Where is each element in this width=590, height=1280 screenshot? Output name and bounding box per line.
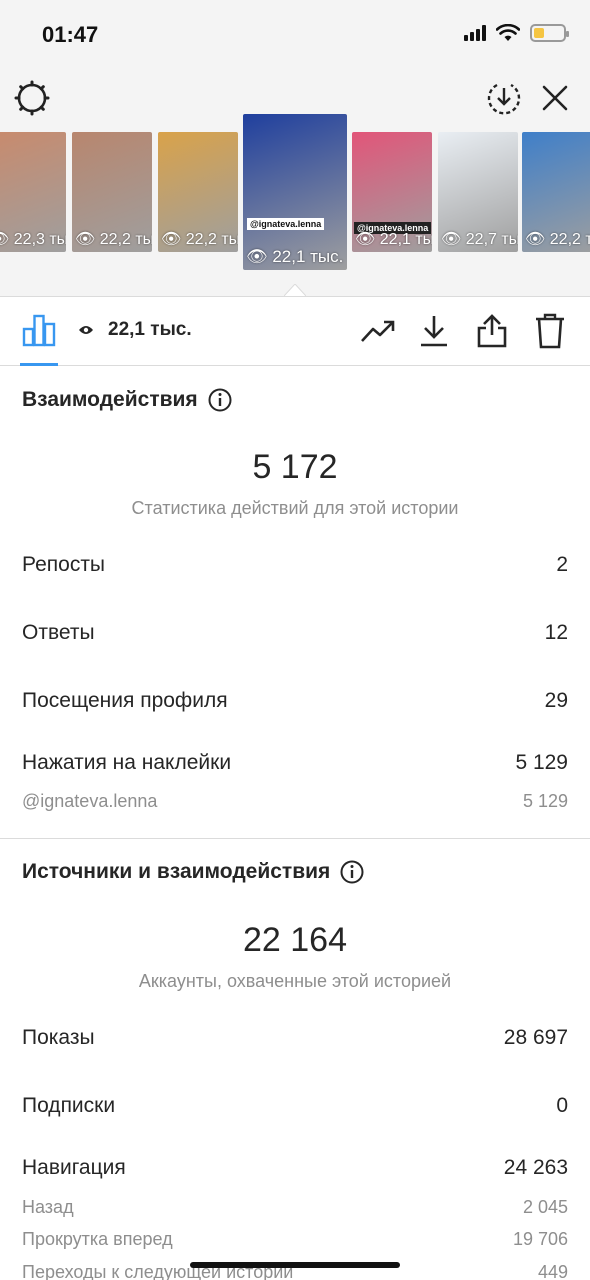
views-value: 22,1 тыс. [108, 319, 192, 340]
story-thumbnail[interactable]: 👁︎ 22,2 тыс. [522, 132, 590, 252]
eye-icon: 👁︎ [75, 231, 96, 248]
stat-row: Показы 28 697 [22, 1026, 568, 1050]
stat-row: Ответы 12 [22, 621, 568, 645]
section-divider [0, 838, 590, 839]
download-icon [421, 316, 447, 347]
status-time: 01:47 [42, 22, 99, 47]
stat-subrow: @ignateva.lenna 5 129 [22, 791, 568, 812]
story-thumbnail[interactable]: 👁︎ 22,2 тыс. [158, 132, 238, 252]
status-bar: 01:47 [0, 0, 590, 70]
stat-label: Навигация [22, 1156, 126, 1179]
discovery-caption: Аккаунты, охваченные этой историей [138, 971, 452, 991]
wifi-icon [496, 24, 520, 41]
save-story-button[interactable] [484, 78, 524, 118]
stat-label: Подписки [22, 1094, 116, 1117]
cellular-signal-icon [464, 25, 486, 41]
story-thumbnail[interactable]: 👁︎ 22,3 тыс. [0, 132, 66, 252]
story-thumbnails: 👁︎ 22,3 тыс. 👁︎ 22,2 тыс. 👁︎ 22,2 тыс. @… [0, 114, 590, 282]
interactions-total: 5 172 [252, 448, 338, 486]
stat-value: 29 [544, 689, 568, 712]
eye-icon [79, 326, 93, 334]
eye-icon: 👁︎ [355, 231, 376, 248]
promote-button[interactable] [360, 313, 396, 349]
stat-label: Репосты [22, 553, 106, 576]
stat-value: 28 697 [503, 1026, 568, 1049]
stat-value: 24 263 [503, 1156, 568, 1179]
stat-value: 0 [556, 1094, 568, 1117]
settings-button[interactable] [12, 78, 52, 118]
status-icons [464, 24, 569, 42]
stat-label: @ignateva.lenna [22, 791, 158, 811]
download-circle-icon [487, 83, 521, 115]
discovery-heading: Источники и взаимодействия [22, 860, 364, 884]
selection-caret-icon [284, 284, 306, 296]
close-icon [542, 85, 568, 111]
eye-icon: 👁︎ [246, 247, 268, 266]
delete-button[interactable] [532, 313, 568, 349]
download-button[interactable] [416, 313, 452, 349]
stat-row: Навигация 24 263 [22, 1156, 568, 1180]
discovery-total: 22 164 [243, 921, 347, 959]
share-button[interactable] [474, 313, 510, 349]
stat-value: 2 045 [522, 1197, 568, 1217]
interactions-caption: Статистика действий для этой истории [131, 498, 459, 518]
stat-value: 12 [544, 621, 568, 644]
stat-label: Прокрутка вперед [22, 1229, 173, 1249]
stat-label: Посещения профиля [22, 689, 228, 712]
close-button[interactable] [535, 78, 575, 118]
gear-icon [14, 80, 50, 116]
stat-row: Репосты 2 [22, 553, 568, 577]
eye-icon: 👁︎ [525, 231, 546, 248]
home-indicator[interactable] [190, 1262, 400, 1268]
active-tab-indicator [20, 363, 58, 366]
eye-icon: 👁︎ [441, 231, 462, 248]
interactions-heading: Взаимодействия [22, 388, 232, 412]
story-thumbnail-selected[interactable]: @ignateva.lenna 👁︎ 22,1 тыс. [243, 114, 347, 270]
insights-toolbar: 22,1 тыс. [0, 296, 590, 366]
stat-label: Показы [22, 1026, 95, 1049]
trending-icon [361, 320, 395, 342]
eye-icon: 👁︎ [0, 231, 9, 248]
stat-label: Нажатия на наклейки [22, 751, 232, 774]
stat-row: Подписки 0 [22, 1094, 568, 1118]
info-icon[interactable] [340, 860, 364, 884]
share-icon [477, 314, 507, 348]
stat-value: 19 706 [512, 1229, 568, 1249]
trash-icon [536, 313, 564, 349]
info-icon[interactable] [208, 388, 232, 412]
stat-value: 2 [556, 553, 568, 576]
views-count: 22,1 тыс. [78, 319, 192, 341]
stat-subrow: Назад 2 045 [22, 1197, 568, 1218]
eye-icon: 👁︎ [161, 231, 182, 248]
stat-row: Нажатия на наклейки 5 129 [22, 751, 568, 775]
story-thumbnail[interactable]: @ignateva.lenna 👁︎ 22,1 тыс. [352, 132, 432, 252]
stat-value: 449 [537, 1262, 568, 1280]
stat-subrow: Прокрутка вперед 19 706 [22, 1229, 568, 1250]
stat-value: 5 129 [515, 751, 568, 774]
insights-tab[interactable] [22, 313, 56, 347]
stat-label: Назад [22, 1197, 74, 1217]
bar-chart-icon [22, 314, 56, 347]
story-thumbnail[interactable]: 👁︎ 22,2 тыс. [72, 132, 152, 252]
stat-label: Ответы [22, 621, 95, 644]
stat-value: 5 129 [522, 791, 568, 811]
battery-icon [530, 24, 569, 42]
stat-row: Посещения профиля 29 [22, 689, 568, 713]
story-thumbnail[interactable]: 👁︎ 22,7 тыс. [438, 132, 518, 252]
story-selector-band: 👁︎ 22,3 тыс. 👁︎ 22,2 тыс. 👁︎ 22,2 тыс. @… [0, 70, 590, 296]
story-mention-tag: @ignateva.lenna [247, 218, 325, 230]
